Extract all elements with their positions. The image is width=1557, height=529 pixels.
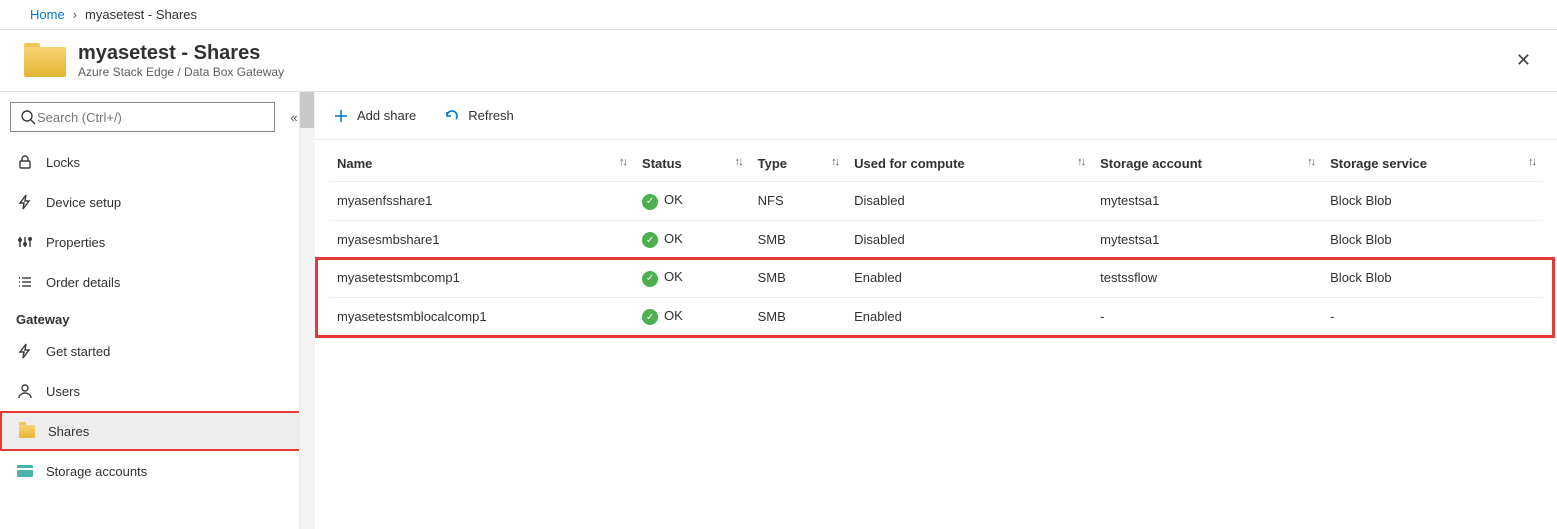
sidebar-item-label: Users (46, 384, 80, 399)
sidebar-item-label: Storage accounts (46, 464, 147, 479)
cell-name: myasetestsmbcomp1 (329, 259, 634, 298)
cell-type: SMB (750, 220, 847, 259)
table-row[interactable]: myasetestsmblocalcomp1✓OKSMBEnabled-- (329, 297, 1543, 336)
sort-icon[interactable]: ↑↓ (1307, 156, 1314, 168)
col-storage[interactable]: Storage account↑↓ (1092, 146, 1322, 182)
sort-icon[interactable]: ↑↓ (1528, 156, 1535, 168)
cell-service: - (1322, 297, 1543, 336)
sidebar-item-label: Get started (46, 344, 110, 359)
sidebar-item-label: Properties (46, 235, 105, 250)
cell-used: Enabled (846, 297, 1092, 336)
cell-status: ✓OK (634, 220, 750, 259)
main-panel: Add share Refresh Name↑↓ Status↑↓ Type↑↓… (315, 92, 1557, 529)
sidebar-item-order-details[interactable]: Order details (0, 262, 315, 302)
user-icon (16, 383, 34, 399)
bolt-icon (16, 194, 34, 210)
list-icon (16, 274, 34, 290)
cell-type: SMB (750, 259, 847, 298)
folder-icon (18, 425, 36, 438)
breadcrumb: Home › myasetest - Shares (30, 7, 197, 22)
cell-name: myasesmbshare1 (329, 220, 634, 259)
lock-icon (16, 154, 34, 170)
table-row[interactable]: myasetestsmbcomp1✓OKSMBEnabledtestssflow… (329, 259, 1543, 298)
breadcrumb-home[interactable]: Home (30, 7, 65, 22)
cell-storage: - (1092, 297, 1322, 336)
cell-storage: testssflow (1092, 259, 1322, 298)
breadcrumb-current: myasetest - Shares (85, 7, 197, 22)
cell-used: Disabled (846, 220, 1092, 259)
col-name[interactable]: Name↑↓ (329, 146, 634, 182)
cell-status: ✓OK (634, 182, 750, 221)
folder-icon (24, 43, 64, 79)
ok-icon: ✓ (642, 232, 658, 248)
sidebar-item-storage-accounts[interactable]: Storage accounts (0, 451, 315, 491)
page-subtitle: Azure Stack Edge / Data Box Gateway (78, 65, 284, 79)
cell-storage: mytestsa1 (1092, 220, 1322, 259)
col-status[interactable]: Status↑↓ (634, 146, 750, 182)
table-row[interactable]: myasenfsshare1✓OKNFSDisabledmytestsa1Blo… (329, 182, 1543, 221)
storage-icon (16, 465, 34, 477)
search-input[interactable] (37, 110, 266, 125)
sidebar-item-label: Device setup (46, 195, 121, 210)
cell-status: ✓OK (634, 259, 750, 298)
shares-table: Name↑↓ Status↑↓ Type↑↓ Used for compute↑… (329, 146, 1543, 336)
page-title: myasetest - Shares (78, 42, 284, 65)
col-service[interactable]: Storage service↑↓ (1322, 146, 1543, 182)
cell-used: Disabled (846, 182, 1092, 221)
sidebar-item-label: Order details (46, 275, 120, 290)
sidebar-scrollbar[interactable] (299, 92, 315, 529)
search-box[interactable] (10, 102, 275, 132)
refresh-label: Refresh (468, 108, 514, 123)
table-header-row: Name↑↓ Status↑↓ Type↑↓ Used for compute↑… (329, 146, 1543, 182)
sort-icon[interactable]: ↑↓ (1077, 156, 1084, 168)
cell-name: myasenfsshare1 (329, 182, 634, 221)
search-icon (19, 109, 37, 125)
table-row[interactable]: myasesmbshare1✓OKSMBDisabledmytestsa1Blo… (329, 220, 1543, 259)
sort-icon[interactable]: ↑↓ (619, 156, 626, 168)
sidebar-item-get-started[interactable]: Get started (0, 331, 315, 371)
cell-used: Enabled (846, 259, 1092, 298)
ok-icon: ✓ (642, 309, 658, 325)
col-type[interactable]: Type↑↓ (750, 146, 847, 182)
sort-icon[interactable]: ↑↓ (735, 156, 742, 168)
sidebar-item-users[interactable]: Users (0, 371, 315, 411)
cell-storage: mytestsa1 (1092, 182, 1322, 221)
cell-service: Block Blob (1322, 182, 1543, 221)
breadcrumb-sep: › (73, 7, 77, 22)
cell-name: myasetestsmblocalcomp1 (329, 297, 634, 336)
sidebar-item-label: Locks (46, 155, 80, 170)
close-icon[interactable]: ✕ (1510, 44, 1537, 77)
sidebar-item-shares[interactable]: Shares (0, 411, 315, 451)
sidebar-section-gateway: Gateway (0, 302, 315, 331)
sidebar-item-properties[interactable]: Properties (0, 222, 315, 262)
refresh-button[interactable]: Refresh (444, 108, 514, 124)
col-used[interactable]: Used for compute↑↓ (846, 146, 1092, 182)
sidebar-item-device-setup[interactable]: Device setup (0, 182, 315, 222)
cell-type: NFS (750, 182, 847, 221)
bolt-icon (16, 343, 34, 359)
cell-service: Block Blob (1322, 259, 1543, 298)
add-share-label: Add share (357, 108, 416, 123)
add-share-button[interactable]: Add share (333, 108, 416, 124)
cell-type: SMB (750, 297, 847, 336)
sidebar-item-locks[interactable]: Locks (0, 142, 315, 182)
sort-icon[interactable]: ↑↓ (831, 156, 838, 168)
ok-icon: ✓ (642, 271, 658, 287)
ok-icon: ✓ (642, 194, 658, 210)
cell-service: Block Blob (1322, 220, 1543, 259)
cell-status: ✓OK (634, 297, 750, 336)
sidebar: « Locks Device setup Properties Order de… (0, 92, 315, 529)
sliders-icon (16, 234, 34, 250)
sidebar-item-label: Shares (48, 424, 89, 439)
